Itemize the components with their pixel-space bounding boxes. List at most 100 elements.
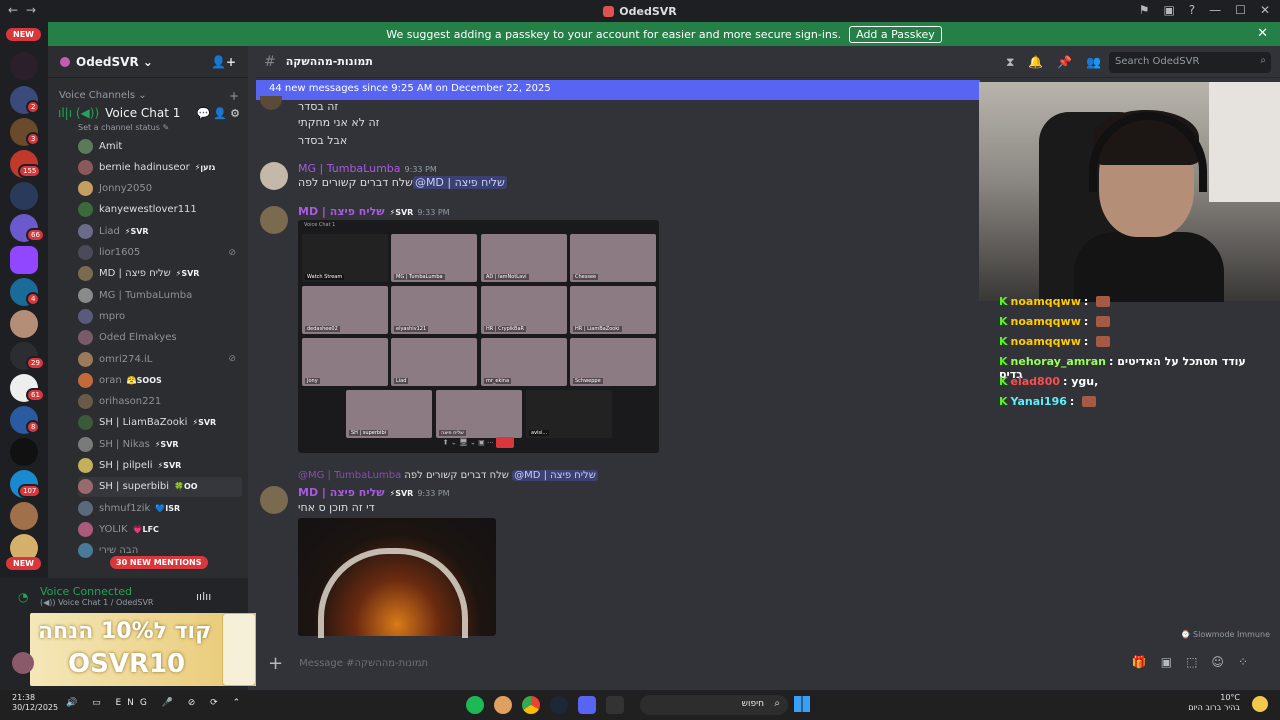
author-name[interactable]: MG | TumbaLumba bbox=[298, 162, 401, 175]
unread-count: 4 bbox=[26, 292, 41, 306]
reply-preview[interactable]: @MG | TumbaLumba שלח דברים קשורים לפה @M… bbox=[298, 470, 598, 481]
twitch-icon[interactable] bbox=[10, 246, 38, 274]
new-mentions-pill[interactable]: 30 NEW MENTIONS bbox=[110, 556, 208, 569]
author-name[interactable]: MD | שליח פיצה bbox=[298, 486, 385, 499]
emote-icon bbox=[1096, 316, 1111, 327]
screen-icon[interactable]: ▣ bbox=[1163, 3, 1174, 17]
app-icon[interactable] bbox=[494, 696, 512, 714]
channel-tools[interactable]: 💬👤⚙ bbox=[197, 107, 243, 120]
sun-icon bbox=[1252, 696, 1268, 712]
server-icon[interactable] bbox=[10, 182, 38, 210]
participant-label: Chessee bbox=[573, 274, 599, 280]
new-messages-bar[interactable]: 44 new messages since 9:25 AM on Decembe… bbox=[256, 80, 980, 100]
voice-member[interactable]: omri274.iL ⊘ bbox=[78, 349, 242, 369]
message-line: זה בסדר bbox=[298, 100, 339, 113]
header-tools[interactable]: ⧗🔔📌👥 bbox=[1006, 55, 1115, 70]
avatar bbox=[78, 500, 93, 516]
voice-channel[interactable]: ıl|ı (◀)) Voice Chat 1 💬👤⚙ bbox=[58, 106, 243, 120]
category-voice-channels[interactable]: Voice Channels ⌄ + bbox=[59, 89, 239, 103]
member-name: Oded Elmakyes bbox=[99, 332, 177, 344]
clock[interactable]: 21:38 30/12/2025 bbox=[12, 693, 58, 713]
author-name[interactable]: MD | שליח פיצה bbox=[298, 205, 385, 218]
voice-member[interactable]: Oded Elmakyes bbox=[78, 328, 242, 348]
gif-attachment[interactable] bbox=[298, 518, 496, 638]
member-name: SH | Nikas bbox=[99, 438, 150, 450]
stream-chat-line: Knoamqqww: bbox=[999, 315, 1269, 328]
avatar bbox=[78, 394, 93, 410]
mention[interactable]: @MD | שליח פיצה bbox=[412, 176, 507, 189]
server-icon[interactable] bbox=[10, 438, 38, 466]
steam-icon[interactable] bbox=[550, 696, 568, 714]
participant-tile: AD | IamNotLavi bbox=[481, 234, 567, 282]
user-avatar[interactable] bbox=[12, 652, 34, 674]
voice-member[interactable]: SH | superbibi 🍀OO bbox=[78, 476, 242, 497]
screenshot-title: Voice Chat 1 bbox=[304, 222, 336, 228]
avatar[interactable] bbox=[260, 96, 282, 110]
voice-member[interactable]: bernie hadinuseor ⚡גזען bbox=[78, 157, 242, 177]
voice-member[interactable]: YOLIK 💗LFC bbox=[78, 519, 242, 539]
timestamp: 9:33 PM bbox=[404, 165, 437, 174]
voice-member[interactable]: kanyewestlover111 bbox=[78, 200, 242, 220]
message-input[interactable]: Message #תמונות-מההשקה bbox=[299, 658, 428, 669]
member-name: orihason221 bbox=[99, 396, 162, 408]
voice-member[interactable]: shmuf1zik 💙ISR bbox=[78, 498, 242, 518]
system-tray[interactable]: 🔊 ▭ ENG 🎤 ⊘ ⟳ ⌃ bbox=[66, 698, 246, 708]
unread-count: 3 bbox=[26, 132, 41, 146]
voice-member[interactable]: SH | Nikas ⚡SVR bbox=[78, 434, 242, 454]
minimize-button[interactable]: — bbox=[1209, 3, 1221, 17]
voice-connected[interactable]: Voice Connected bbox=[40, 585, 132, 598]
voice-member[interactable]: oran 😤SOOS bbox=[78, 370, 242, 390]
search-input[interactable]: Search OdedSVR ⌕ bbox=[1109, 52, 1271, 73]
terminal-icon[interactable] bbox=[606, 696, 624, 714]
avatar[interactable] bbox=[260, 162, 288, 190]
server-icon[interactable] bbox=[10, 52, 38, 80]
avatar bbox=[78, 436, 93, 452]
kick-badge-icon: K bbox=[999, 315, 1008, 328]
kick-badge-icon: K bbox=[999, 395, 1008, 408]
server-icon[interactable] bbox=[10, 310, 38, 338]
windows-start-icon[interactable] bbox=[794, 696, 810, 712]
voice-member[interactable]: Liad ⚡SVR bbox=[78, 221, 242, 241]
voice-member[interactable]: lior1605 ⊘ bbox=[78, 243, 242, 263]
spotify-icon[interactable] bbox=[466, 696, 484, 714]
server-icon[interactable] bbox=[10, 502, 38, 530]
composer-tools[interactable]: 🎁▣⬚☺⁘ bbox=[1132, 655, 1262, 669]
voice-member[interactable]: SH | LiamBaZooki ⚡SVR bbox=[78, 413, 242, 433]
voice-member[interactable]: SH | pilpeli ⚡SVR bbox=[78, 456, 242, 476]
voice-member[interactable]: orihason221 bbox=[78, 392, 242, 412]
help-icon[interactable]: ? bbox=[1189, 3, 1195, 17]
participant-label: HR | LiamBaZooki bbox=[573, 326, 622, 332]
voice-member[interactable]: MG | TumbaLumba bbox=[78, 285, 242, 305]
banner-text: We suggest adding a passkey to your acco… bbox=[386, 27, 842, 41]
participant-label: mr_ekina bbox=[484, 378, 512, 384]
close-icon[interactable]: ✕ bbox=[1257, 26, 1268, 41]
chrome-icon[interactable] bbox=[522, 696, 540, 714]
avatar[interactable] bbox=[260, 206, 288, 234]
channel-status[interactable]: Set a channel status ✎ bbox=[78, 123, 169, 132]
soundboard-icon[interactable]: ıılıı bbox=[196, 590, 211, 603]
chat-text: ygu, bbox=[1071, 375, 1099, 388]
discord-icon[interactable] bbox=[578, 696, 596, 714]
inbox-icon[interactable]: ⚑ bbox=[1139, 3, 1150, 17]
taskbar-search[interactable]: חיפוש ⌕ bbox=[640, 695, 788, 715]
close-button[interactable]: ✕ bbox=[1260, 3, 1270, 17]
chat-username: Yanai196 bbox=[1010, 395, 1067, 408]
add-passkey-button[interactable]: Add a Passkey bbox=[849, 25, 942, 43]
server-header[interactable]: OdedSVR ⌄ 👤+ bbox=[48, 46, 248, 78]
promo-code: OSVR10 bbox=[68, 649, 186, 679]
member-name: bernie hadinuseor bbox=[99, 161, 190, 173]
weather-widget[interactable]: 10°C בהיר ברוב היום bbox=[1188, 693, 1240, 713]
voice-member[interactable]: MD | שליח פיצה ⚡SVR bbox=[78, 264, 242, 284]
voice-member[interactable]: mpro bbox=[78, 306, 242, 326]
screenshot-attachment[interactable]: Voice Chat 1 Watch Stream MG | TumbaLumba… bbox=[298, 220, 659, 453]
voice-member[interactable]: Jonny2050 bbox=[78, 179, 242, 199]
voice-member[interactable]: Amit bbox=[78, 136, 242, 156]
avatar[interactable] bbox=[260, 486, 288, 514]
add-channel-icon[interactable]: + bbox=[229, 89, 239, 103]
invite-icon[interactable]: 👤+ bbox=[211, 55, 236, 69]
message-line: אבל בסדר bbox=[298, 134, 348, 147]
upload-icon[interactable]: + bbox=[268, 653, 283, 674]
maximize-button[interactable]: ☐ bbox=[1235, 3, 1246, 17]
window-controls[interactable]: ⚑ ▣? — ☐ ✕ bbox=[1139, 3, 1270, 17]
title-bar: ←→ OdedSVR ⚑ ▣? — ☐ ✕ bbox=[0, 0, 1280, 22]
